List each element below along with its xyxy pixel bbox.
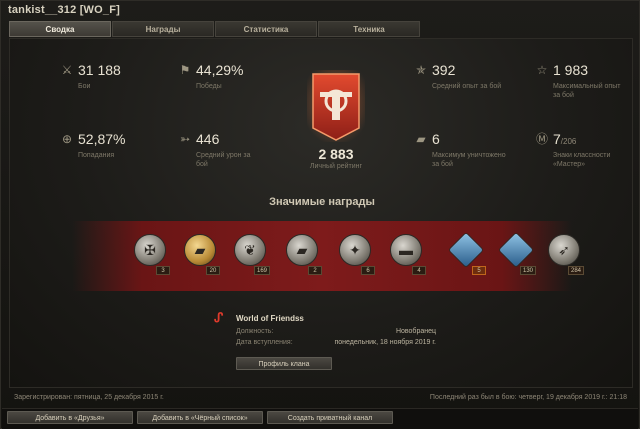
clan-logo-icon: ᔑ xyxy=(214,310,224,325)
stat-avg-damage-value: 446 xyxy=(196,131,220,147)
clan-joined-row: Дата вступления: понедельник, 18 ноября … xyxy=(236,339,436,346)
tab-vehicles[interactable]: Техника xyxy=(318,21,420,37)
stat-max-destroyed-value: 6 xyxy=(432,131,440,147)
tab-summary[interactable]: Сводка xyxy=(9,21,111,37)
medal-eagle-icon: ✦ xyxy=(339,234,371,266)
stat-battles-label: Бои xyxy=(78,83,91,90)
award-medal[interactable]: 5 xyxy=(446,231,486,280)
award-count: 284 xyxy=(567,266,584,275)
personal-rating-label: Личный рейтинг xyxy=(309,163,363,170)
medal-blue-diamond-icon xyxy=(447,231,485,269)
award-medal[interactable]: 130 xyxy=(496,231,536,280)
awards-title: Значимые награды xyxy=(269,196,375,208)
stat-max-xp-value: 1 983 xyxy=(553,62,589,78)
personal-rating-value: 2 883 xyxy=(318,146,354,162)
medal-tank-silver-icon: ▰ xyxy=(286,234,318,266)
stat-mastery-label: Знаки классности «Мастер» xyxy=(553,152,611,168)
stat-victories-label: Победы xyxy=(196,83,222,90)
add-friend-button[interactable]: Добавить в «Друзья» xyxy=(7,411,133,424)
crosshair-icon: ⊕ xyxy=(61,132,73,146)
medal-swords-icon: ✠ xyxy=(134,234,166,266)
award-count: 6 xyxy=(361,266,375,275)
add-blacklist-button[interactable]: Добавить в «Чёрный список» xyxy=(137,411,263,424)
award-count: 130 xyxy=(519,266,536,275)
private-channel-button[interactable]: Создать приватный канал xyxy=(267,411,393,424)
window-title: tankist__312 [WO_F] xyxy=(8,4,121,16)
clan-name: World of Friendss xyxy=(236,314,304,323)
stat-mastery-total: /206 xyxy=(560,137,577,146)
flag-icon: ⚑ xyxy=(179,63,191,77)
stat-avg-xp-label: Средний опыт за бой xyxy=(432,83,502,90)
award-count: 2 xyxy=(308,266,322,275)
stat-hits-label: Попадания xyxy=(78,152,115,159)
star-wings-icon: ✯ xyxy=(415,63,427,77)
mastery-badge-icon: Ⓜ xyxy=(535,132,548,146)
award-medal[interactable]: ▰ 2 xyxy=(282,232,322,280)
award-medal[interactable]: ✠ 3 xyxy=(130,232,170,280)
clan-profile-button[interactable]: Профиль клана xyxy=(236,357,332,370)
award-medal[interactable]: ▬ 4 xyxy=(386,232,426,280)
award-count: 4 xyxy=(412,266,426,275)
medal-tank-gold-icon: ▰ xyxy=(184,234,216,266)
stat-battles-value: 31 188 xyxy=(78,62,121,78)
award-count: 5 xyxy=(472,266,486,275)
award-count: 20 xyxy=(206,266,220,275)
stat-victories-value: 44,29% xyxy=(196,62,244,78)
award-medal[interactable]: ❦ 169 xyxy=(230,232,270,280)
award-medal[interactable]: ✦ 6 xyxy=(335,232,375,280)
tab-bar: Сводка Награды Статистика Техника xyxy=(9,21,421,37)
award-medal[interactable]: ➶ 284 xyxy=(544,232,584,280)
clan-joined-value: понедельник, 18 ноября 2019 г. xyxy=(334,339,437,346)
award-medal[interactable]: ▰ 20 xyxy=(180,232,220,280)
stat-hits-value: 52,87% xyxy=(78,131,126,147)
star-icon: ☆ xyxy=(536,63,548,77)
tab-awards[interactable]: Награды xyxy=(112,21,214,37)
tab-statistics[interactable]: Статистика xyxy=(215,21,317,37)
medal-blue-crest-icon xyxy=(497,231,535,269)
stat-max-xp-label: Максимальный опыт за бой xyxy=(553,83,621,99)
player-profile-window: tankist__312 [WO_F] Сводка Награды Стати… xyxy=(0,0,640,429)
clan-position-row: Должность: Новобранец xyxy=(236,328,436,335)
last-battle-date: Последний раз был в бою: четверг, 19 дек… xyxy=(429,394,627,401)
clan-position-value: Новобранец xyxy=(395,328,436,335)
award-count: 169 xyxy=(253,266,270,275)
summary-panel: ⚔ 31 188 Бои ⚑ 44,29% Победы ✯ 392 Средн… xyxy=(9,38,633,388)
shell-icon: ➳ xyxy=(179,132,191,146)
award-count: 3 xyxy=(156,266,170,275)
medal-heavy-tank-icon: ▬ xyxy=(390,234,422,266)
stat-mastery-value: 7/206 xyxy=(553,131,576,147)
crossed-swords-icon: ⚔ xyxy=(61,63,73,77)
stat-avg-xp-value: 392 xyxy=(432,62,456,78)
stat-avg-damage-label: Средний урон за бой xyxy=(196,152,251,168)
medal-laurel-icon: ❦ xyxy=(234,234,266,266)
stat-max-destroyed-label: Максимум уничтожено за бой xyxy=(432,152,506,168)
registration-date: Зарегистрирован: пятница, 25 декабря 201… xyxy=(14,394,164,401)
medal-arrow-icon: ➶ xyxy=(548,234,580,266)
tank-icon: ▰ xyxy=(416,132,426,146)
stat-mastery-count: 7 xyxy=(553,131,561,147)
